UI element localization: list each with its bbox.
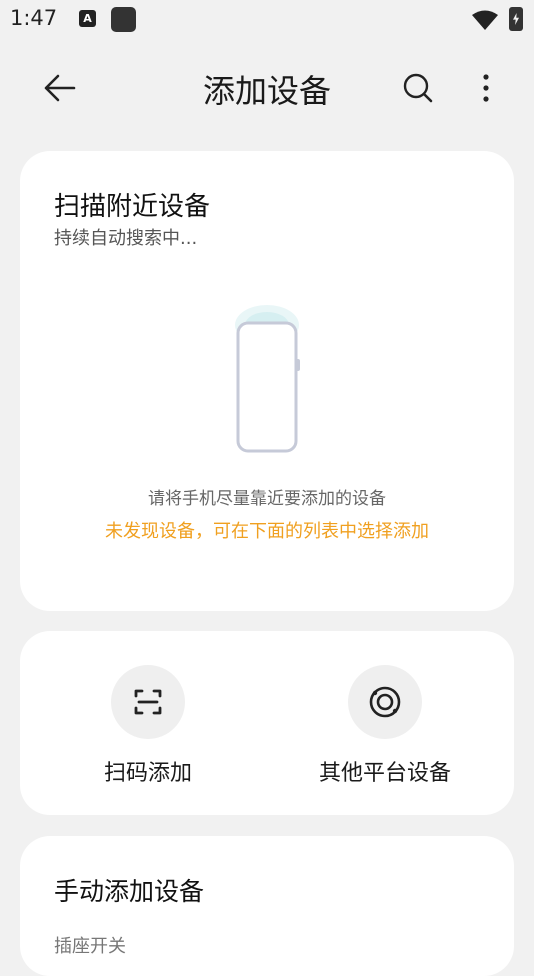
scan-qr-icon — [134, 689, 162, 715]
search-icon — [403, 73, 433, 103]
other-platform-label: 其他平台设备 — [318, 761, 451, 786]
scan-code-add-button[interactable]: 扫码添加 — [48, 665, 248, 787]
other-platform-circle[interactable] — [348, 665, 422, 739]
more-options-button[interactable] — [466, 68, 506, 108]
add-methods-card: 扫码添加 其他平台设备 — [20, 631, 514, 815]
no-device-warning: 未发现设备，可在下面的列表中选择添加 — [105, 521, 429, 542]
scan-code-circle[interactable] — [111, 665, 185, 739]
more-vertical-icon — [483, 74, 489, 102]
search-button[interactable] — [398, 68, 438, 108]
keyboard-a-icon: A — [79, 10, 96, 27]
status-bar: 1:47 A — [0, 0, 534, 40]
other-platform-icon — [369, 686, 401, 718]
scan-title: 扫描附近设备 — [54, 192, 211, 222]
other-platform-button[interactable]: 其他平台设备 — [285, 665, 485, 787]
manual-add-card: 手动添加设备 插座开关 — [20, 836, 514, 976]
wifi-icon — [472, 10, 498, 34]
app-notification-icon — [111, 7, 136, 32]
scan-nearby-card: 扫描附近设备 持续自动搜索中... 请将手机尽量靠近要添加的设备 未发现设备，可… — [20, 151, 514, 611]
scan-status-text: 持续自动搜索中... — [54, 228, 198, 249]
scan-code-label: 扫码添加 — [103, 761, 192, 786]
category-socket-switch[interactable]: 插座开关 — [54, 932, 126, 958]
battery-icon — [509, 7, 523, 31]
page-title: 添加设备 — [202, 72, 331, 110]
app-bar: 添加设备 — [0, 50, 534, 124]
phone-scanning-icon — [235, 305, 300, 453]
scan-hint-text: 请将手机尽量靠近要添加的设备 — [148, 489, 386, 509]
manual-add-title: 手动添加设备 — [54, 877, 205, 906]
status-time: 1:47 — [10, 6, 58, 30]
